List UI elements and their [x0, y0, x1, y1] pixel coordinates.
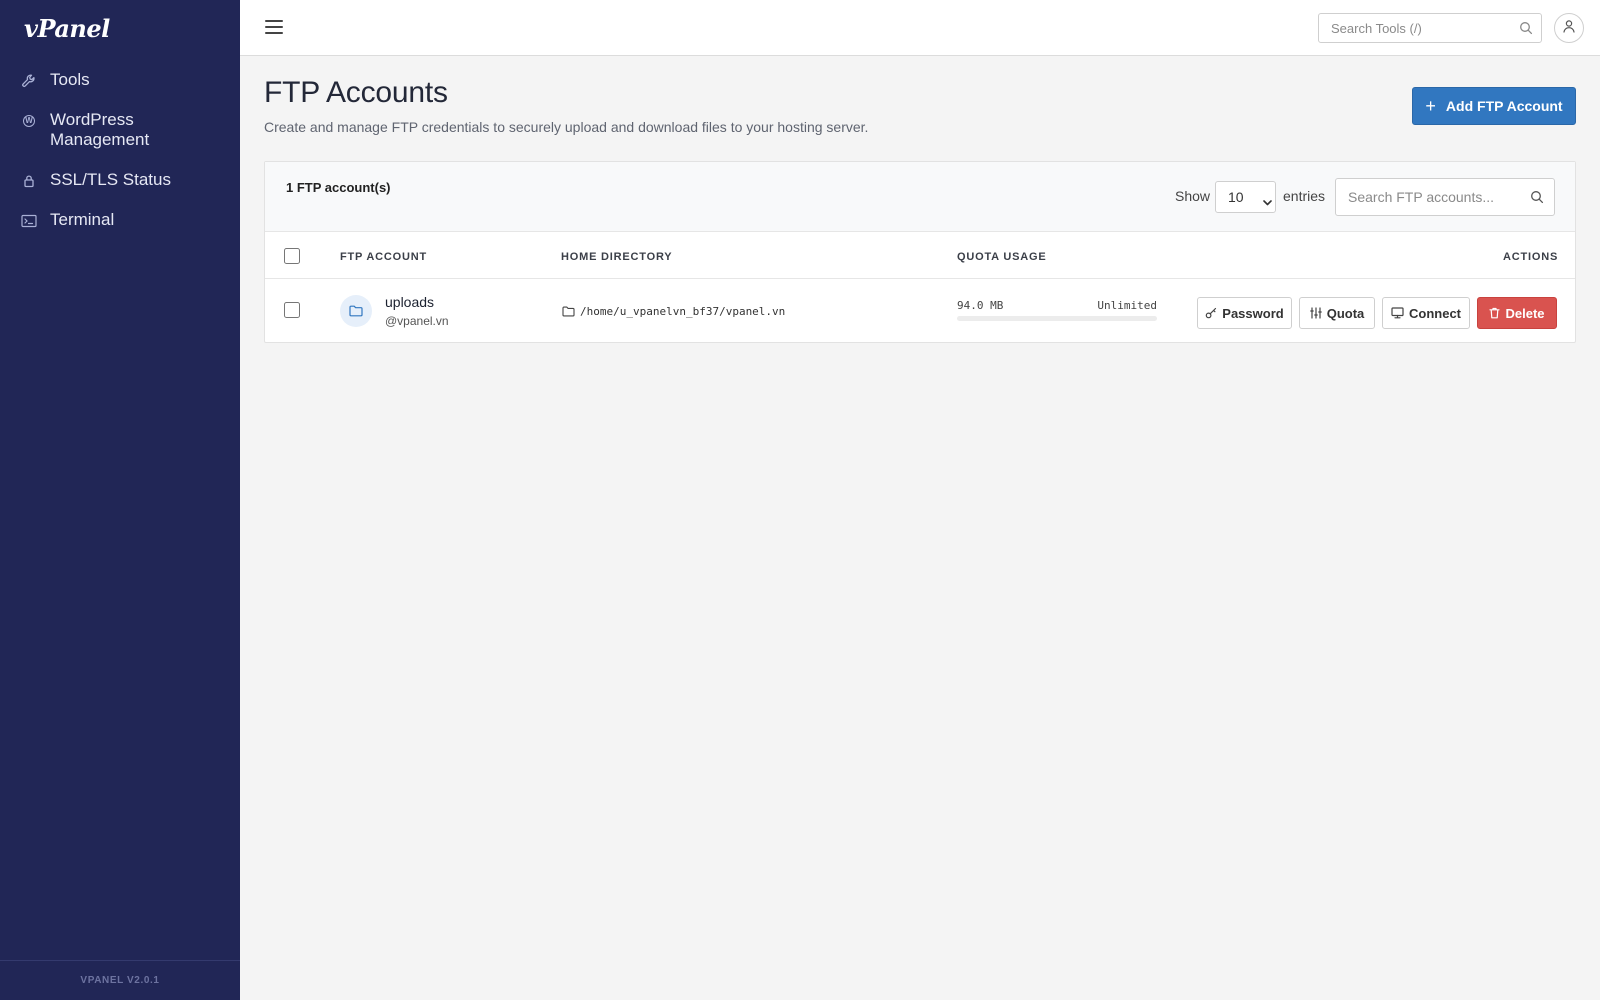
row-checkbox[interactable]: [284, 302, 300, 318]
ftp-search-input[interactable]: [1336, 179, 1516, 215]
sliders-icon: [1309, 307, 1322, 319]
table-toolbar: 1 FTP account(s) Show 10 entries: [265, 162, 1575, 232]
password-button-label: Password: [1222, 305, 1284, 321]
column-header-account[interactable]: FTP ACCOUNT: [340, 251, 427, 263]
account-count: 1 FTP account(s): [286, 180, 391, 195]
plus-icon: +: [1425, 96, 1436, 116]
quota-used: 94.0 MB: [957, 299, 1004, 312]
add-ftp-account-label: Add FTP Account: [1445, 98, 1563, 114]
column-header-actions: ACTIONS: [1503, 251, 1559, 263]
sidebar-item-label: SSL/TLS Status: [50, 170, 171, 189]
search-icon[interactable]: [1519, 21, 1533, 40]
ftp-accounts-card: 1 FTP account(s) Show 10 entries FTP ACC…: [264, 161, 1576, 343]
tool-search-input[interactable]: [1319, 14, 1509, 42]
sidebar-item-terminal[interactable]: Terminal: [0, 206, 240, 232]
tool-search: [1318, 13, 1542, 43]
vpanel-logo[interactable]: vPanel: [24, 14, 110, 43]
user-icon: [1562, 19, 1576, 38]
password-button[interactable]: Password: [1197, 297, 1292, 329]
show-label: Show: [1175, 188, 1211, 204]
wordpress-icon: W: [20, 112, 38, 130]
quota-progress-bar: [957, 316, 1157, 321]
entries-select[interactable]: 10: [1215, 181, 1276, 213]
sidebar-item-tools[interactable]: Tools: [0, 66, 240, 92]
lock-icon: [20, 172, 38, 190]
account-domain: @vpanel.vn: [385, 314, 449, 328]
sidebar-item-label: WordPress Management: [50, 110, 150, 149]
user-menu-button[interactable]: [1554, 13, 1584, 43]
quota-limit: Unlimited: [1097, 299, 1157, 312]
quota-button[interactable]: Quota: [1299, 297, 1375, 329]
column-header-directory[interactable]: HOME DIRECTORY: [561, 251, 672, 263]
wrench-icon: [20, 72, 38, 90]
terminal-icon: [20, 212, 38, 230]
table-row: uploads @vpanel.vn /home/u_vpanelvn_bf37…: [265, 280, 1575, 342]
sidebar-nav: Tools W WordPress Management SSL/TLS Sta…: [0, 66, 240, 246]
add-ftp-account-button[interactable]: + Add FTP Account: [1412, 87, 1576, 125]
select-all-checkbox[interactable]: [284, 248, 300, 264]
hamburger-icon[interactable]: [265, 19, 283, 35]
quota-button-label: Quota: [1326, 305, 1365, 321]
key-icon: [1205, 307, 1217, 319]
monitor-icon: [1391, 307, 1404, 319]
delete-button[interactable]: Delete: [1477, 297, 1557, 329]
table-header: FTP ACCOUNT HOME DIRECTORY QUOTA USAGE A…: [265, 233, 1575, 279]
sidebar-item-label: Tools: [50, 70, 90, 89]
home-directory-path: /home/u_vpanelvn_bf37/vpanel.vn: [580, 305, 786, 318]
sidebar-item-wordpress[interactable]: W WordPress Management: [0, 106, 240, 152]
page-subtitle: Create and manage FTP credentials to sec…: [264, 119, 869, 135]
delete-button-label: Delete: [1505, 305, 1545, 321]
sidebar: vPanel Tools W WordPress Management SSL/…: [0, 0, 240, 1000]
connect-button-label: Connect: [1409, 305, 1461, 321]
folder-icon: [340, 295, 372, 327]
sidebar-item-ssl[interactable]: SSL/TLS Status: [0, 166, 240, 192]
topbar: [240, 0, 1600, 56]
sidebar-item-label: Terminal: [50, 210, 115, 229]
page-title: FTP Accounts: [264, 76, 448, 109]
column-header-quota[interactable]: QUOTA USAGE: [957, 251, 1046, 263]
version-label: VPANEL V2.0.1: [0, 960, 240, 1000]
directory-folder-icon: [562, 304, 575, 322]
connect-button[interactable]: Connect: [1382, 297, 1470, 329]
entries-label: entries: [1283, 188, 1326, 204]
search-icon[interactable]: [1530, 190, 1544, 209]
ftp-search: [1335, 178, 1555, 216]
account-name: uploads: [385, 294, 435, 310]
trash-icon: [1489, 307, 1501, 319]
